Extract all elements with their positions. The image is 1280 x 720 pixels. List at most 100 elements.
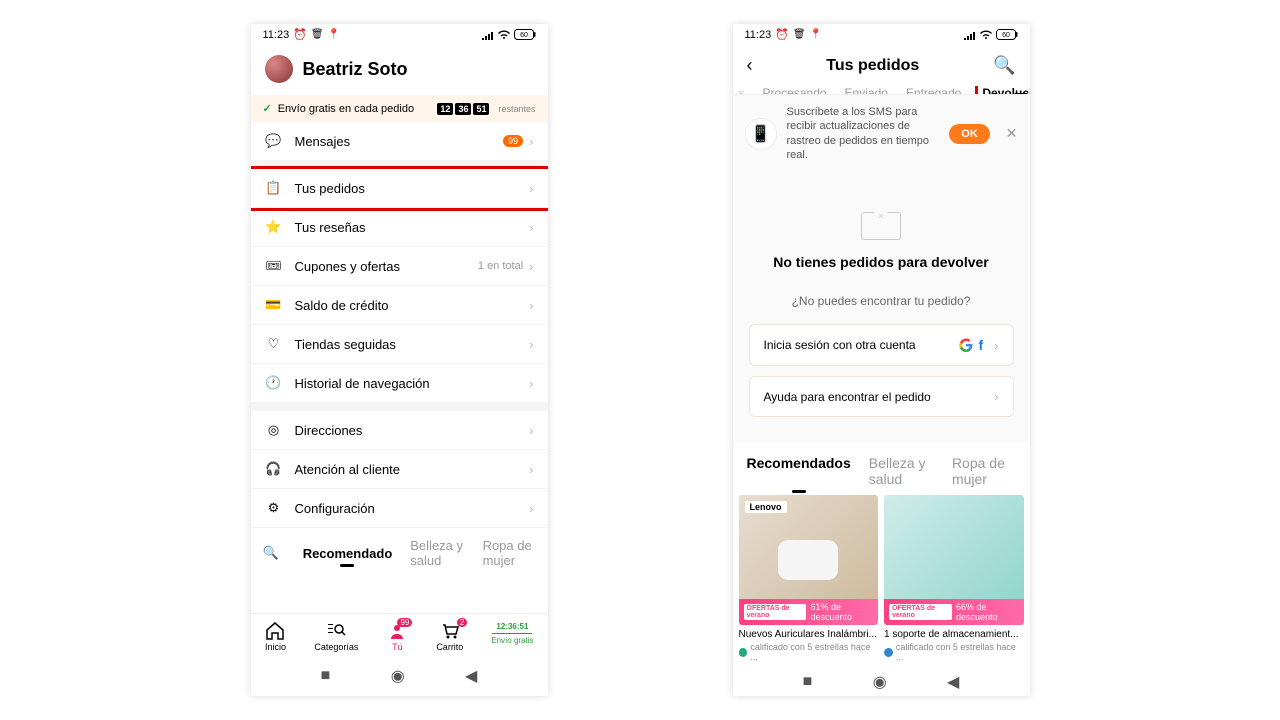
- tab-recommended[interactable]: Recomendados: [747, 455, 851, 487]
- phone-right: 11:23 ⏰ 🗑 📍 60 ‹ Tus pedidos 🔍 s Procesa…: [733, 24, 1030, 696]
- sms-text: Suscríbete a los SMS para recibir actual…: [787, 105, 940, 162]
- tab-beauty[interactable]: Belleza y salud: [410, 538, 464, 568]
- menu-followed-stores[interactable]: ♡ Tiendas seguidas ›: [251, 325, 548, 364]
- ok-button[interactable]: OK: [949, 124, 990, 144]
- menu-messages[interactable]: 💬 Mensajes 99 ›: [251, 122, 548, 161]
- status-bar: 11:23 ⏰ 🗑 📍 60: [251, 24, 548, 45]
- status-time: 11:23: [745, 29, 772, 41]
- recommendation-tabs: Recomendados Belleza y salud Ropa de muj…: [733, 443, 1030, 495]
- tab-returns[interactable]: Devoluciones: [975, 86, 1029, 95]
- product-grid: Lenovo OFERTAS de verano 61% de descuent…: [733, 495, 1030, 662]
- android-recent-icon[interactable]: ■: [321, 667, 331, 685]
- status-time: 11:23: [263, 29, 290, 41]
- avatar[interactable]: [265, 55, 293, 83]
- alarm-icon: ⏰: [293, 28, 307, 41]
- help-find-order[interactable]: Ayuda para encontrar el pedido ›: [749, 376, 1014, 417]
- menu-reviews[interactable]: ⭐ Tus reseñas ›: [251, 208, 548, 247]
- chevron-icon: ›: [529, 298, 533, 313]
- google-icon: [959, 338, 973, 352]
- menu-coupons[interactable]: 🎟 Cupones y ofertas 1 en total ›: [251, 247, 548, 286]
- empty-title: No tienes pedidos para devolver: [773, 254, 989, 270]
- order-tabs: s Procesando Enviado Entregado Devolucio…: [733, 86, 1030, 95]
- profile-name: Beatriz Soto: [303, 59, 408, 80]
- product-card[interactable]: OFERTAS de verano 66% de descuento 1 sop…: [884, 495, 1024, 662]
- chevron-icon: ›: [994, 389, 998, 404]
- android-back-icon[interactable]: ◀: [465, 666, 477, 686]
- product-rating: calificado con 5 estrellas hace ...: [739, 642, 879, 662]
- empty-state: No tienes pedidos para devolver ¿No pued…: [733, 172, 1030, 443]
- android-back-icon[interactable]: ◀: [947, 672, 959, 692]
- menu-support[interactable]: 🎧 Atención al cliente ›: [251, 450, 548, 489]
- chevron-icon: ›: [529, 501, 533, 516]
- tab-beauty[interactable]: Belleza y salud: [869, 455, 934, 487]
- messages-icon: 💬: [265, 133, 283, 149]
- chevron-icon: ›: [529, 259, 533, 274]
- product-rating: calificado con 5 estrellas hace ...: [884, 642, 1024, 662]
- phone-left: 11:23 ⏰ 🗑 📍 60 Beatriz Soto ✓ Envío grat…: [251, 24, 548, 696]
- chevron-icon: ›: [529, 423, 533, 438]
- gear-icon: ⚙: [265, 500, 283, 516]
- menu-addresses[interactable]: ◎ Direcciones ›: [251, 411, 548, 450]
- tab-recommended[interactable]: Recomendado: [303, 546, 393, 561]
- brand-tag: Lenovo: [745, 501, 787, 513]
- search-icon[interactable]: 🔍: [993, 55, 1015, 76]
- page-title: Tus pedidos: [753, 57, 994, 75]
- categories-icon: [325, 622, 347, 640]
- chevron-icon: ›: [529, 134, 533, 149]
- status-bar: 11:23 ⏰ 🗑 📍 60: [733, 24, 1030, 45]
- nav-cart[interactable]: 2 Carrito: [436, 622, 463, 652]
- location-icon: 📍: [810, 29, 822, 40]
- chevron-icon: ›: [994, 338, 998, 353]
- nav-categories[interactable]: Categorías: [314, 622, 358, 652]
- product-card[interactable]: Lenovo OFERTAS de verano 61% de descuent…: [739, 495, 879, 662]
- search-icon[interactable]: 🔍: [263, 545, 279, 561]
- chevron-icon: ›: [529, 181, 533, 196]
- orders-header: ‹ Tus pedidos 🔍: [733, 45, 1030, 86]
- nav-home[interactable]: Inicio: [264, 622, 286, 652]
- android-nav: ■ ◉ ◀: [251, 656, 548, 696]
- battery-icon: 60: [514, 29, 536, 40]
- nav-you[interactable]: 99 Tú: [386, 622, 408, 652]
- coupons-icon: 🎟: [265, 258, 283, 274]
- android-home-icon[interactable]: ◉: [391, 666, 405, 686]
- sms-banner: 📱 Suscríbete a los SMS para recibir actu…: [733, 95, 1030, 172]
- menu-settings[interactable]: ⚙ Configuración ›: [251, 489, 548, 528]
- nav-free-shipping[interactable]: 12:36:51 Envío gratis: [491, 622, 533, 652]
- facebook-icon: f: [978, 337, 983, 353]
- banner-text: Envío gratis en cada pedido: [278, 103, 432, 115]
- alarm-icon: ⏰: [775, 28, 789, 41]
- discount-banner: OFERTAS de verano 66% de descuento: [884, 599, 1024, 625]
- android-home-icon[interactable]: ◉: [873, 672, 887, 692]
- android-recent-icon[interactable]: ■: [803, 673, 813, 691]
- menu-credit[interactable]: 💳 Saldo de crédito ›: [251, 286, 548, 325]
- message-badge: 99: [503, 135, 523, 147]
- location-icon: 📍: [328, 29, 340, 40]
- heart-icon: ♡: [265, 336, 283, 352]
- tab-delivered[interactable]: Entregado: [906, 86, 961, 92]
- reviews-icon: ⭐: [265, 219, 283, 235]
- login-other-account[interactable]: Inicia sesión con otra cuenta f ›: [749, 324, 1014, 366]
- product-title: 1 soporte de almacenamient...: [884, 629, 1024, 640]
- recommendation-tabs: 🔍 Recomendado Belleza y salud Ropa de mu…: [251, 528, 548, 578]
- tab-womens[interactable]: Ropa de mujer: [483, 538, 536, 568]
- sms-icon: 📱: [745, 118, 777, 150]
- history-icon: 🕐: [265, 375, 283, 391]
- tab-processing[interactable]: Procesando: [763, 86, 827, 92]
- tab-shipped[interactable]: Enviado: [845, 86, 888, 92]
- orders-icon: 📋: [265, 180, 283, 196]
- tab-womens[interactable]: Ropa de mujer: [952, 455, 1016, 487]
- chevron-icon: ›: [529, 220, 533, 235]
- product-title: Nuevos Auriculares Inalámbri...: [739, 629, 879, 640]
- free-shipping-banner: ✓ Envío gratis en cada pedido 12 36 51 r…: [251, 95, 548, 122]
- wifi-icon: [497, 30, 511, 40]
- bottom-nav: Inicio Categorías 99 Tú 2 Carrito 12:36:…: [251, 613, 548, 656]
- chevron-icon: ›: [529, 376, 533, 391]
- menu-history[interactable]: 🕐 Historial de navegación ›: [251, 364, 548, 403]
- menu-orders[interactable]: 📋 Tus pedidos ›: [251, 169, 548, 208]
- discount-banner: OFERTAS de verano 61% de descuento: [739, 599, 879, 625]
- battery-icon: 60: [996, 29, 1018, 40]
- close-icon[interactable]: ✕: [1006, 125, 1018, 142]
- signal-icon: [964, 30, 976, 40]
- wifi-icon: [979, 30, 993, 40]
- tab-partial[interactable]: s: [739, 86, 745, 92]
